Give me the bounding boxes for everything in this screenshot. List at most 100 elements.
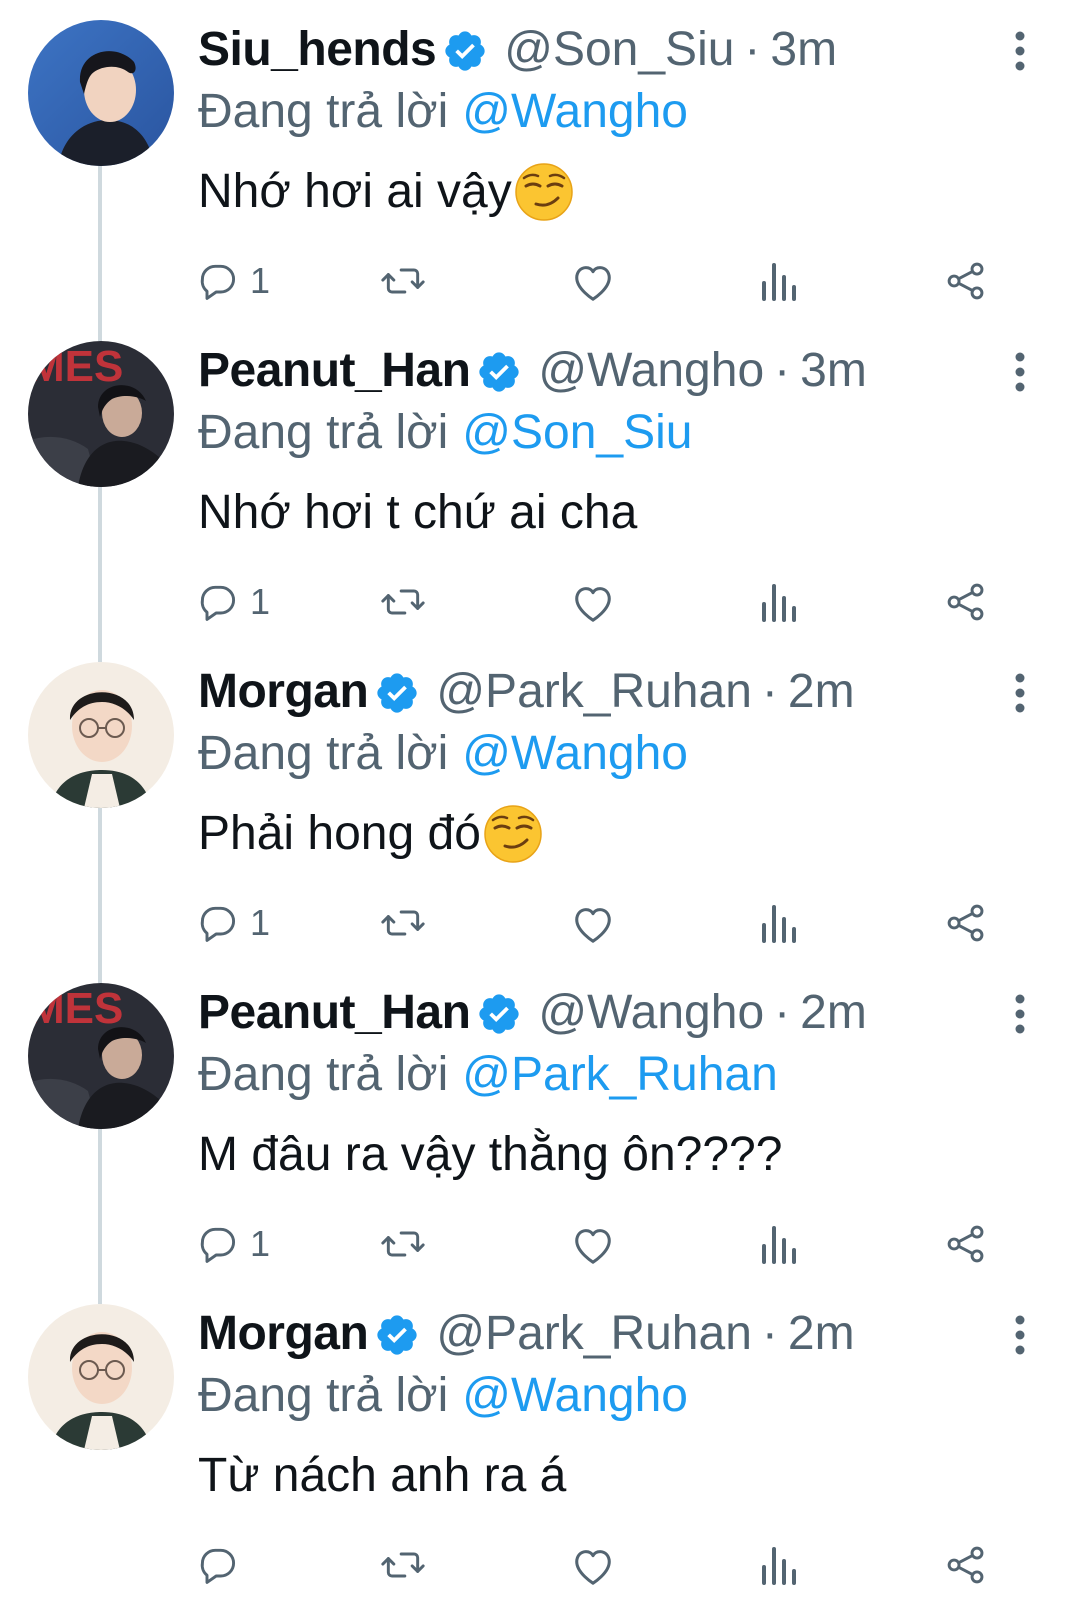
- like-button[interactable]: [570, 577, 616, 627]
- retweet-button[interactable]: [378, 577, 428, 627]
- more-vertical-icon[interactable]: [1000, 351, 1040, 395]
- reply-mention-link[interactable]: @Son_Siu: [462, 406, 692, 459]
- reply-icon: [196, 1222, 240, 1266]
- verified-badge-icon: [476, 348, 522, 394]
- user-handle[interactable]: @Wangho: [538, 981, 764, 1045]
- like-button[interactable]: [570, 898, 616, 948]
- heart-icon: [570, 1222, 616, 1266]
- retweet-icon: [378, 580, 428, 624]
- more-vertical-icon[interactable]: [1000, 1314, 1040, 1358]
- heart-icon: [570, 901, 616, 945]
- tweet-reply[interactable]: MES Peanut_Han @Wangho · 3m Đang trả lời…: [0, 329, 1074, 658]
- share-icon: [944, 1543, 988, 1587]
- share-button[interactable]: [944, 256, 988, 306]
- tweet-header: Siu_hends @Son_Siu · 3m: [198, 18, 837, 82]
- timestamp[interactable]: 2m: [788, 1302, 855, 1366]
- user-handle[interactable]: @Park_Ruhan: [436, 660, 752, 724]
- like-button[interactable]: [570, 1540, 616, 1590]
- verified-badge-icon: [374, 1311, 420, 1357]
- reply-mention-link[interactable]: @Wangho: [462, 727, 688, 780]
- reply-mention-link[interactable]: @Wangho: [462, 85, 688, 138]
- like-button[interactable]: [570, 1219, 616, 1269]
- smirking-face-emoji-icon: [483, 804, 543, 864]
- reply-mention-link[interactable]: @Park_Ruhan: [462, 1048, 778, 1101]
- timestamp[interactable]: 2m: [800, 981, 867, 1045]
- reply-count: 1: [250, 1223, 271, 1264]
- replying-to-label: Đang trả lời: [198, 1369, 449, 1422]
- views-button[interactable]: [758, 577, 798, 627]
- views-icon: [758, 1543, 798, 1587]
- tweet-text: Nhớ hơi t chứ ai cha: [198, 481, 637, 545]
- tweet-text-content: Từ nách anh ra á: [198, 1449, 567, 1502]
- share-button[interactable]: [944, 898, 988, 948]
- views-button[interactable]: [758, 1219, 798, 1269]
- avatar[interactable]: [28, 20, 174, 166]
- tweet-reply[interactable]: Morgan @Park_Ruhan · 2m Đang trả lời @Wan…: [0, 1292, 1074, 1621]
- user-handle[interactable]: @Wangho: [538, 339, 764, 403]
- avatar[interactable]: [28, 1304, 174, 1450]
- verified-badge-icon: [442, 27, 488, 73]
- views-button[interactable]: [758, 1540, 798, 1590]
- display-name[interactable]: Peanut_Han: [198, 339, 471, 403]
- replying-to: Đang trả lời @Son_Siu: [198, 401, 692, 465]
- share-button[interactable]: [944, 1219, 988, 1269]
- reply-icon: [196, 259, 240, 303]
- user-handle[interactable]: @Park_Ruhan: [436, 1302, 752, 1366]
- avatar[interactable]: MES: [28, 341, 174, 487]
- share-icon: [944, 259, 988, 303]
- tweet-header: Morgan @Park_Ruhan · 2m: [198, 660, 855, 724]
- share-icon: [944, 1222, 988, 1266]
- reply-count: 1: [250, 902, 271, 943]
- replying-to-label: Đang trả lời: [198, 1048, 449, 1101]
- reply-icon: [196, 901, 240, 945]
- views-icon: [758, 901, 798, 945]
- tweet-text: Phải hong đó: [198, 802, 543, 866]
- tweet-reply[interactable]: Morgan @Park_Ruhan · 2m Đang trả lời @Wan…: [0, 650, 1074, 979]
- tweet-text: M đâu ra vậy thằng ôn????: [198, 1123, 782, 1187]
- reply-button[interactable]: 1: [196, 577, 270, 627]
- tweet-actions: 1: [196, 1219, 1016, 1269]
- reply-button[interactable]: [196, 1540, 240, 1590]
- more-vertical-icon[interactable]: [1000, 30, 1040, 74]
- timestamp[interactable]: 3m: [800, 339, 867, 403]
- user-handle[interactable]: @Son_Siu: [504, 18, 734, 82]
- views-button[interactable]: [758, 898, 798, 948]
- tweet-actions: 1: [196, 898, 1016, 948]
- retweet-button[interactable]: [378, 1219, 428, 1269]
- tweet-reply[interactable]: Siu_hends @Son_Siu · 3m Đang trả lời @Wan…: [0, 8, 1074, 337]
- more-vertical-icon[interactable]: [1000, 993, 1040, 1037]
- retweet-icon: [378, 1222, 428, 1266]
- tweet-header: Morgan @Park_Ruhan · 2m: [198, 1302, 855, 1366]
- views-icon: [758, 580, 798, 624]
- share-button[interactable]: [944, 1540, 988, 1590]
- views-button[interactable]: [758, 256, 798, 306]
- retweet-icon: [378, 1543, 428, 1587]
- svg-text:MES: MES: [28, 342, 123, 391]
- reply-mention-link[interactable]: @Wangho: [462, 1369, 688, 1422]
- timestamp[interactable]: 2m: [788, 660, 855, 724]
- reply-count: 1: [250, 260, 271, 301]
- share-button[interactable]: [944, 577, 988, 627]
- avatar[interactable]: [28, 662, 174, 808]
- retweet-button[interactable]: [378, 256, 428, 306]
- tweet-reply[interactable]: MES Peanut_Han @Wangho · 2m Đang trả lời…: [0, 971, 1074, 1300]
- reply-button[interactable]: 1: [196, 256, 270, 306]
- more-vertical-icon[interactable]: [1000, 672, 1040, 716]
- tweet-text-content: Phải hong đó: [198, 807, 481, 860]
- display-name[interactable]: Siu_hends: [198, 18, 437, 82]
- reply-button[interactable]: 1: [196, 1219, 270, 1269]
- reply-button[interactable]: 1: [196, 898, 270, 948]
- display-name[interactable]: Morgan: [198, 660, 369, 724]
- timestamp[interactable]: 3m: [770, 18, 837, 82]
- heart-icon: [570, 580, 616, 624]
- retweet-button[interactable]: [378, 898, 428, 948]
- display-name[interactable]: Morgan: [198, 1302, 369, 1366]
- replying-to: Đang trả lời @Wangho: [198, 722, 688, 786]
- views-icon: [758, 1222, 798, 1266]
- avatar[interactable]: MES: [28, 983, 174, 1129]
- like-button[interactable]: [570, 256, 616, 306]
- retweet-button[interactable]: [378, 1540, 428, 1590]
- tweet-actions: [196, 1540, 1016, 1590]
- display-name[interactable]: Peanut_Han: [198, 981, 471, 1045]
- share-icon: [944, 901, 988, 945]
